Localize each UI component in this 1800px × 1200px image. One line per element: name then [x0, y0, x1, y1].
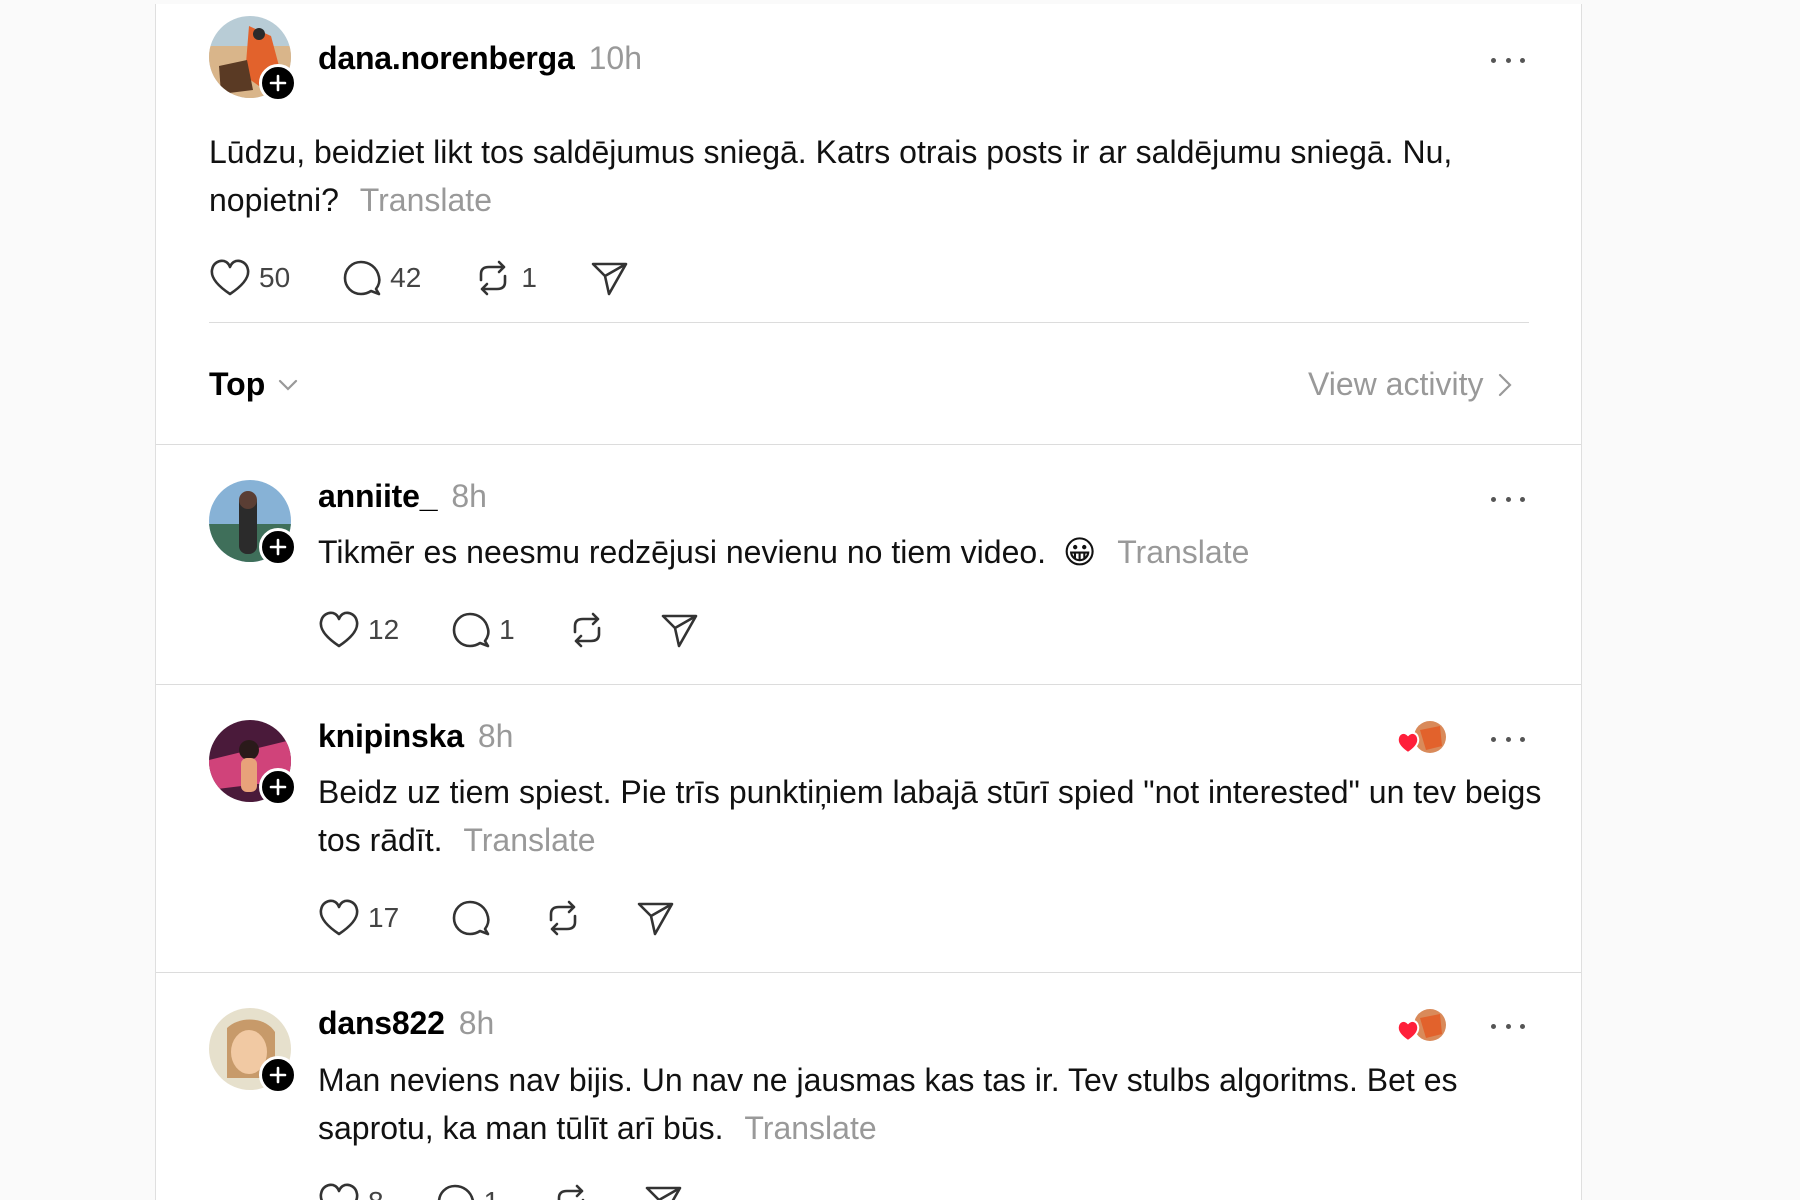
avatar[interactable] — [209, 16, 297, 102]
more-options-button[interactable] — [1491, 494, 1525, 504]
comment-text: Man neviens nav bijis. Un nav ne jausmas… — [318, 1062, 1458, 1146]
share-button[interactable] — [659, 610, 699, 650]
follow-button[interactable] — [259, 768, 297, 806]
translate-link[interactable]: Translate — [360, 182, 492, 218]
like-count: 12 — [368, 614, 400, 645]
reply-count: 42 — [390, 262, 422, 293]
comment-icon — [452, 900, 490, 936]
username[interactable]: anniite_ — [318, 478, 438, 515]
more-options-button[interactable] — [1491, 55, 1525, 65]
more-icon — [1491, 1023, 1496, 1029]
post-actions: 50 42 1 — [209, 258, 629, 298]
reply-count: 1 — [499, 614, 515, 645]
reply-button[interactable]: 1 — [451, 610, 515, 650]
follow-button[interactable] — [259, 64, 297, 102]
repost-icon — [549, 900, 577, 936]
follow-button[interactable] — [259, 1056, 297, 1094]
comment-text: Beidz uz tiem spiest. Pie trīs punktiņie… — [318, 774, 1542, 858]
comment-text: Tikmēr es neesmu redzējusi nevienu no ti… — [318, 534, 1250, 570]
avatar[interactable] — [209, 480, 297, 566]
comment-header: dans822 8h — [318, 1005, 494, 1042]
translate-link[interactable]: Translate — [744, 1110, 876, 1146]
plus-icon — [269, 778, 287, 796]
like-button[interactable]: 50 — [209, 258, 290, 298]
timestamp[interactable]: 8h — [451, 478, 487, 515]
divider — [156, 444, 1581, 445]
repost-button[interactable] — [567, 610, 607, 650]
divider — [156, 972, 1581, 973]
reply-button[interactable]: 1 — [436, 1182, 500, 1200]
like-button[interactable]: 17 — [318, 898, 399, 938]
timestamp[interactable]: 8h — [478, 718, 514, 755]
like-button[interactable]: 12 — [318, 610, 399, 650]
timestamp[interactable]: 10h — [589, 40, 642, 77]
heart-icon — [319, 899, 359, 936]
more-icon — [1491, 736, 1496, 742]
more-options-button[interactable] — [1491, 734, 1525, 744]
repost-button[interactable] — [543, 898, 583, 938]
avatar[interactable] — [209, 1008, 297, 1094]
username[interactable]: knipinska — [318, 718, 464, 755]
liked-by-author-badge — [1396, 1009, 1446, 1043]
sort-dropdown[interactable]: Top — [209, 366, 299, 403]
divider — [156, 684, 1581, 685]
send-icon — [637, 902, 674, 936]
like-count: 8 — [368, 1186, 384, 1200]
like-count: 50 — [259, 262, 291, 293]
comment-actions: 8 1 — [318, 1182, 683, 1200]
avatar[interactable] — [209, 720, 297, 806]
comment-icon — [343, 260, 381, 296]
send-icon — [661, 614, 698, 648]
more-icon — [1491, 57, 1496, 63]
thread-card: dana.norenberga 10h Lūdzu, beidziet likt… — [155, 4, 1582, 1200]
send-icon — [645, 1186, 682, 1200]
more-options-button[interactable] — [1491, 1021, 1525, 1031]
repost-icon — [557, 1184, 585, 1200]
post-text: Lūdzu, beidziet likt tos saldējumus snie… — [209, 134, 1453, 218]
repost-button[interactable] — [551, 1182, 591, 1200]
chevron-down-icon — [279, 379, 298, 391]
comment-actions: 12 1 — [318, 610, 699, 650]
translate-link[interactable]: Translate — [1117, 534, 1249, 570]
plus-icon — [269, 538, 287, 556]
view-activity-link[interactable]: View activity — [1308, 366, 1513, 403]
liked-by-author-badge — [1396, 721, 1446, 755]
repost-icon — [480, 260, 507, 296]
like-count: 17 — [368, 902, 400, 933]
post-header: dana.norenberga 10h — [318, 40, 642, 77]
timestamp[interactable]: 8h — [459, 1005, 495, 1042]
send-icon — [591, 262, 628, 296]
comment-actions: 17 — [318, 898, 675, 938]
share-button[interactable] — [643, 1182, 683, 1200]
username[interactable]: dans822 — [318, 1005, 445, 1042]
follow-button[interactable] — [259, 528, 297, 566]
sort-label: Top — [209, 366, 266, 402]
reply-button[interactable]: 42 — [342, 258, 421, 298]
comment-header: anniite_ 8h — [318, 478, 487, 515]
translate-link[interactable]: Translate — [463, 822, 595, 858]
heart-icon — [210, 259, 250, 296]
comment-header: knipinska 8h — [318, 718, 513, 755]
reply-count: 1 — [484, 1186, 500, 1200]
chevron-right-icon — [1499, 373, 1513, 396]
repost-button[interactable]: 1 — [473, 258, 537, 298]
repost-count: 1 — [521, 262, 537, 293]
share-button[interactable] — [635, 898, 675, 938]
share-button[interactable] — [589, 258, 629, 298]
grinning-face-emoji: 😀 — [1062, 534, 1097, 570]
username[interactable]: dana.norenberga — [318, 40, 575, 77]
like-button[interactable]: 8 — [318, 1182, 384, 1200]
plus-icon — [269, 1066, 287, 1084]
repost-icon — [573, 612, 601, 648]
comment-icon — [452, 612, 490, 648]
comment-icon — [437, 1184, 474, 1200]
view-activity-label: View activity — [1308, 366, 1484, 402]
reply-button[interactable] — [451, 898, 491, 938]
more-icon — [1491, 496, 1496, 502]
heart-icon — [319, 611, 359, 648]
heart-icon — [319, 1183, 359, 1200]
plus-icon — [269, 74, 287, 92]
divider — [209, 322, 1529, 323]
